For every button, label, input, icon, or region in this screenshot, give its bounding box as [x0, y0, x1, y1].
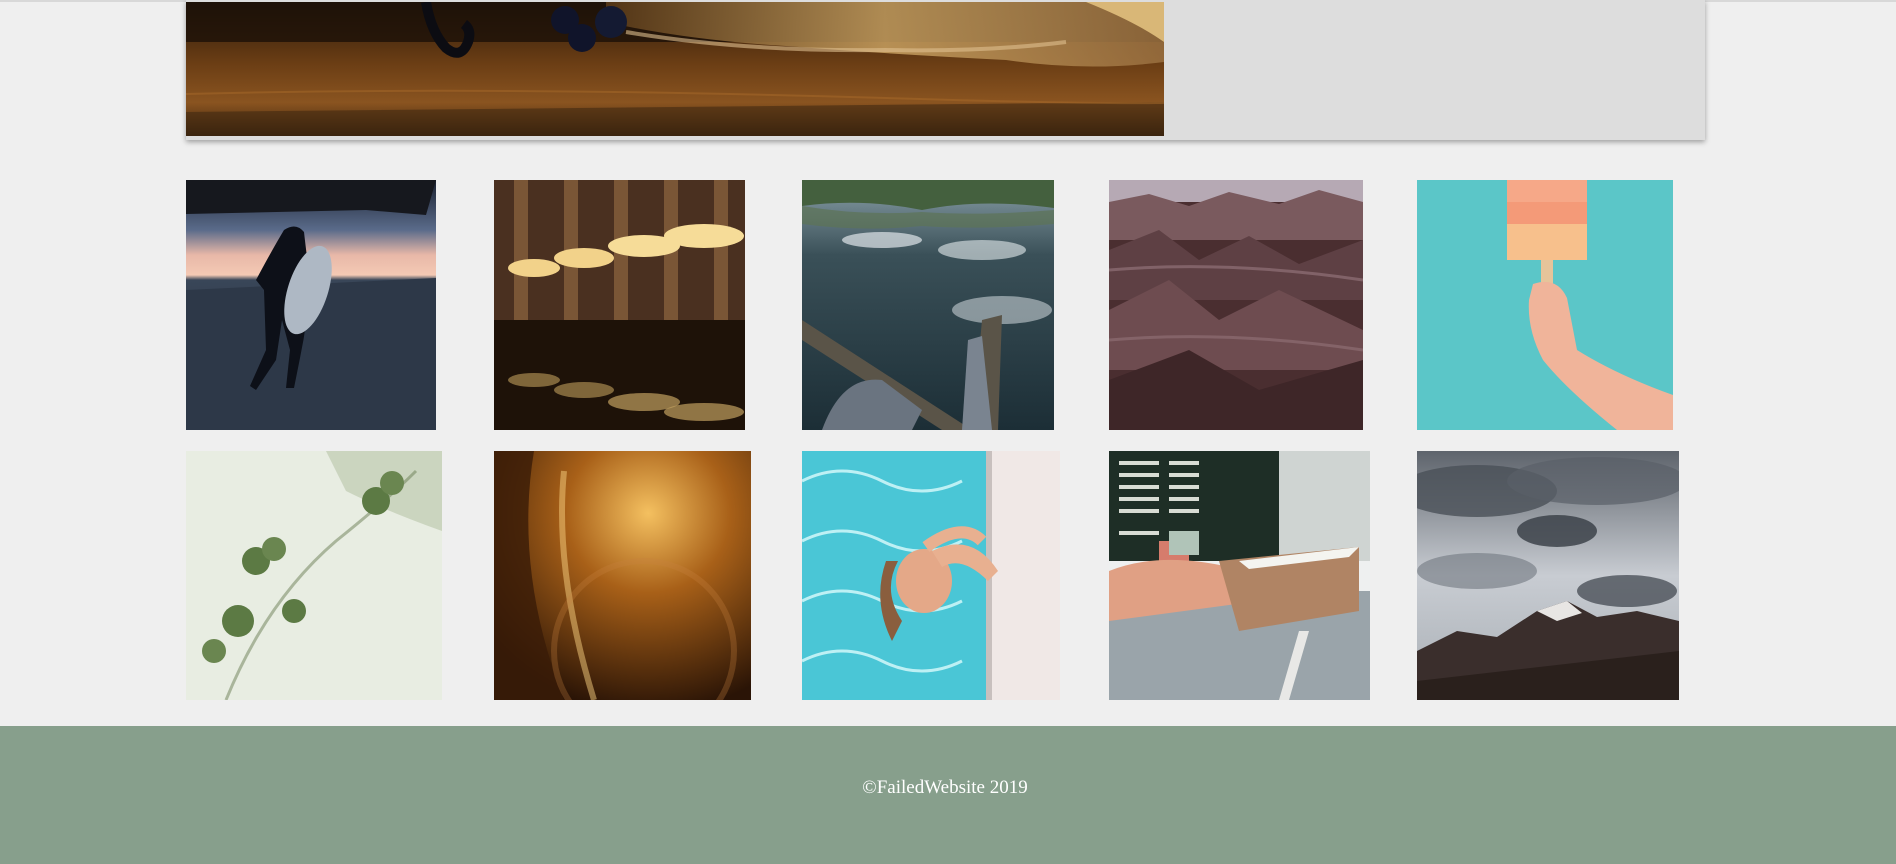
gallery-image-golden-hair[interactable]	[494, 451, 751, 700]
gallery-image-surfer[interactable]	[186, 180, 436, 430]
gallery-image-cafe-counter[interactable]	[1109, 451, 1370, 700]
gallery-image-pool[interactable]	[802, 451, 1060, 700]
gallery-image-leaves[interactable]	[186, 451, 442, 700]
gallery-image-popsicle[interactable]	[1417, 180, 1673, 430]
gallery-image-cafe[interactable]	[494, 180, 745, 430]
footer: ©FailedWebsite 2019	[0, 726, 1896, 864]
footer-copyright: ©FailedWebsite 2019	[862, 777, 1028, 798]
gallery-image-mountain-sky[interactable]	[1417, 451, 1679, 700]
hero-image	[186, 2, 1164, 136]
gallery-image-badlands[interactable]	[1109, 180, 1363, 430]
hero-card	[186, 0, 1705, 140]
gallery-image-lake[interactable]	[802, 180, 1054, 430]
